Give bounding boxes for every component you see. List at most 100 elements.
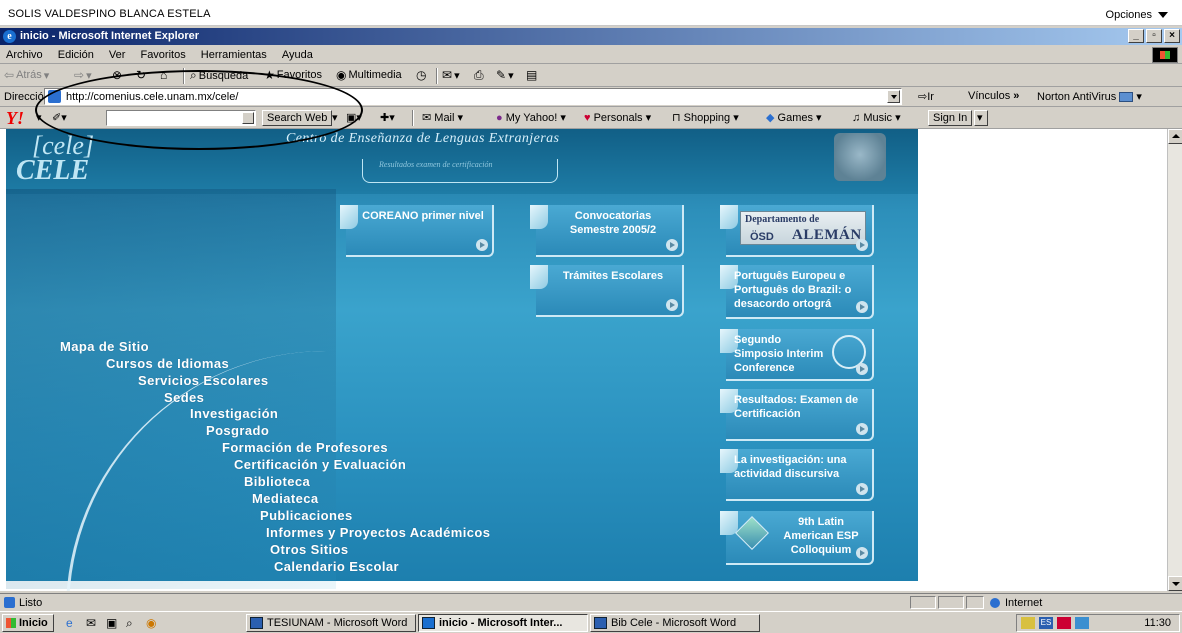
outlook-quicklaunch-icon[interactable]: ✉ [86,616,96,630]
tile-convocatorias[interactable]: Convocatorias Semestre 2005/2 [530,205,684,257]
sitemap-sedes[interactable]: Sedes [164,390,204,405]
bookmarks-icon[interactable]: ▣▾ [346,111,362,124]
print-button[interactable]: ⎙ [474,68,484,83]
mail-button[interactable]: ✉ ▾ [442,68,460,82]
tile-tramites[interactable]: Trámites Escolares [530,265,684,317]
games-button[interactable]: ◆ Games ▾ [766,111,822,124]
sitemap-otros-sitios[interactable]: Otros Sitios [270,542,348,557]
media-quicklaunch-icon[interactable]: ◉ [146,616,156,630]
language-icon[interactable]: ES [1039,617,1053,629]
links-label: Vínculos [968,90,1011,102]
minimize-button[interactable]: _ [1128,29,1144,43]
refresh-button[interactable]: ↻ [136,68,146,82]
home-button[interactable]: ⌂ [160,68,167,82]
desktop-quicklaunch-icon[interactable]: ▣ [106,616,117,630]
scroll-down-button[interactable] [1168,576,1182,591]
sitemap-investigacion[interactable]: Investigación [190,406,278,421]
back-label: Atrás [16,69,42,81]
stop-button[interactable]: ⊗ [112,68,122,82]
yahoo-logo-icon[interactable]: Y! [6,108,24,129]
multimedia-button[interactable]: ◉ Multimedia [336,68,402,82]
vertical-scrollbar[interactable] [1167,129,1182,591]
options-menu[interactable]: Opciones [1106,9,1168,21]
personals-button[interactable]: ♥ Personals ▾ [584,111,651,124]
address-input[interactable]: http://comenius.cele.unam.mx/cele/ [44,88,902,105]
address-bar: Dirección http://comenius.cele.unam.mx/c… [0,87,1182,107]
sitemap-biblioteca[interactable]: Biblioteca [244,474,310,489]
arrow-right-icon [476,239,488,251]
mail-icon: ✉ [442,68,453,82]
edit-icon: ✎ [496,68,507,82]
sitemap-publicaciones[interactable]: Publicaciones [260,508,353,523]
highlighter-icon[interactable]: ✐▾ [52,111,67,124]
tile-esp-colloquium[interactable]: 9th Latin American ESP Colloquium [720,511,874,565]
volume-icon[interactable] [1021,617,1035,629]
address-url[interactable]: http://comenius.cele.unam.mx/cele/ [66,91,238,103]
cele-logo-bottom: CELE [16,155,90,186]
norton-antivirus-button[interactable]: Norton AntiVirus ▾ [1037,90,1142,103]
tile-departamento-aleman[interactable]: Departamento de ÖSD ALEMÁN [720,205,874,257]
taskbar-word-tesiunam[interactable]: TESIUNAM - Microsoft Word [246,614,416,632]
shopping-button[interactable]: ⊓ Shopping ▾ [672,111,739,124]
forward-button[interactable]: ⇨ ▾ [74,68,92,82]
tile-portugues[interactable]: Português Europeu e Português do Brazil:… [720,265,874,319]
tile-coreano[interactable]: COREANO primer nivel [340,205,494,257]
yahoo-mail-button[interactable]: ✉ Mail ▾ [422,111,463,124]
favorites-button[interactable]: ★ Favoritos [264,68,322,82]
search-quicklaunch-icon[interactable]: ⌕ [126,616,133,631]
sign-in-dropdown[interactable]: ▾ [974,110,988,126]
search-button[interactable]: ⌕ Búsqueda [190,68,248,83]
menu-ver[interactable]: Ver [103,46,132,61]
go-button[interactable]: ⇨Ir [918,90,934,103]
scroll-up-button[interactable] [1168,129,1182,144]
menu-edicion[interactable]: Edición [52,46,100,61]
sitemap-cursos[interactable]: Cursos de Idiomas [106,356,229,371]
taskbar-internet-explorer[interactable]: inicio - Microsoft Inter... [418,614,588,632]
menu-favoritos[interactable]: Favoritos [134,46,191,61]
sitemap-servicios[interactable]: Servicios Escolares [138,373,268,388]
site-subtitle-tab[interactable]: Resultados examen de certificación [362,159,558,183]
my-yahoo-button[interactable]: ● My Yahoo! ▾ [496,111,566,124]
favorites-label: Favoritos [276,69,323,81]
network-icon[interactable] [1075,617,1089,629]
search-web-button[interactable]: Search Web [262,110,333,126]
sitemap-informes[interactable]: Informes y Proyectos Académicos [266,525,490,540]
yahoo-search-input[interactable] [106,110,256,126]
sign-in-button[interactable]: Sign In [928,110,973,126]
cele-logo[interactable]: [cele] CELE [14,131,94,186]
discuss-button[interactable]: ▤ [526,68,537,82]
start-button[interactable]: Inicio [2,614,54,632]
sitemap-formacion[interactable]: Formación de Profesores [222,440,388,455]
maximize-button[interactable]: ▫ [1146,29,1162,43]
tile-simposio[interactable]: Segundo Simposio Interim Conference [720,329,874,381]
yahoo-search-options-button[interactable]: ▾ [332,111,338,124]
companion-icon[interactable]: ✚▾ [380,111,395,124]
tile-resultados[interactable]: Resultados: Examen de Certificación [720,389,874,441]
address-dropdown-button[interactable] [887,90,900,103]
antivirus-tray-icon[interactable] [1057,617,1071,629]
links-button[interactable]: Vínculos » [968,90,1019,102]
menu-archivo[interactable]: Archivo [0,46,49,61]
taskbar-word-bibcele[interactable]: Bib Cele - Microsoft Word [590,614,760,632]
menu-herramientas[interactable]: Herramientas [195,46,273,61]
window-titlebar: e inicio - Microsoft Internet Explorer _… [0,28,1182,45]
sitemap-posgrado[interactable]: Posgrado [206,423,269,438]
ie-quicklaunch-icon[interactable]: e [66,616,73,630]
discuss-icon: ▤ [526,68,538,82]
close-button[interactable]: × [1164,29,1180,43]
print-icon: ⎙ [474,68,484,82]
yahoo-search-dropdown[interactable] [242,112,254,124]
back-button[interactable]: ⇦ Atrás ▾ [4,68,49,82]
history-button[interactable]: ◷ [416,68,426,82]
sitemap-certificacion[interactable]: Certificación y Evaluación [234,457,406,472]
edit-button[interactable]: ✎ ▾ [496,68,514,82]
sitemap-mediateca[interactable]: Mediateca [252,491,318,506]
music-button[interactable]: ♫ Music ▾ [852,111,901,124]
tile-investigacion[interactable]: La investigación: una actividad discursi… [720,449,874,501]
yahoo-menu-button[interactable]: ▾ [36,111,42,124]
refresh-icon: ↻ [136,68,147,82]
menu-ayuda[interactable]: Ayuda [276,46,319,61]
sitemap-mapa-de-sitio[interactable]: Mapa de Sitio [60,339,149,354]
toolbar-separator [412,110,414,126]
sitemap-calendario[interactable]: Calendario Escolar [274,559,399,574]
